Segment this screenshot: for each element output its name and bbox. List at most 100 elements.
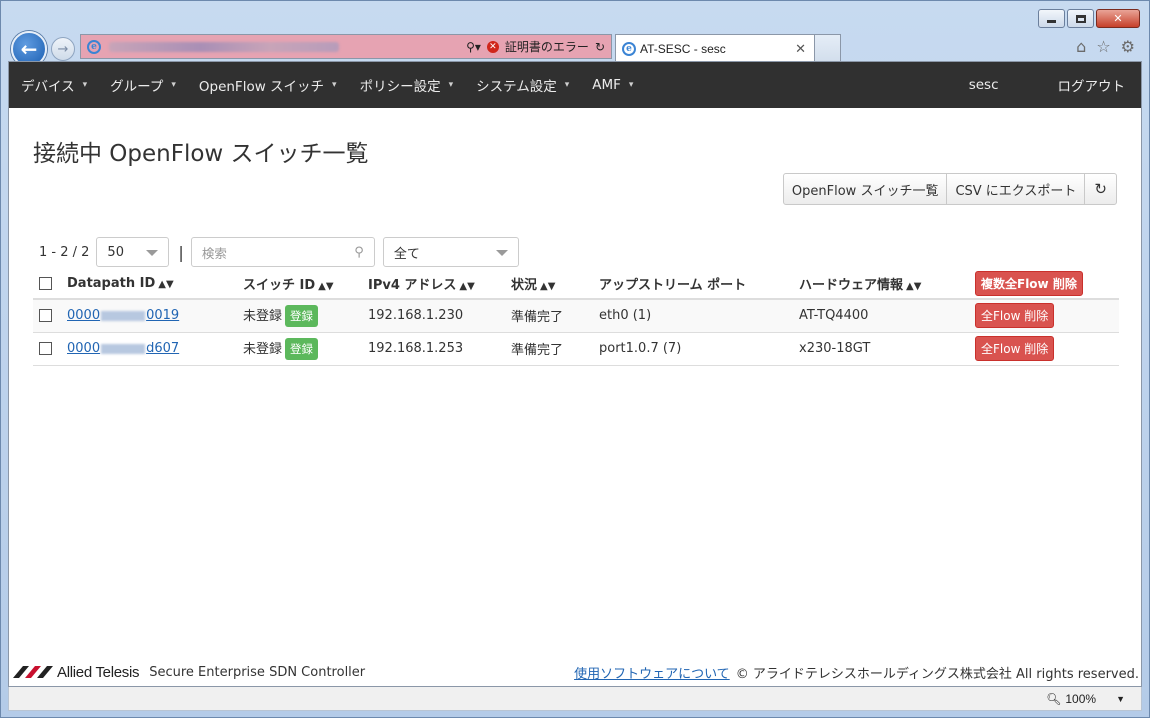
copyright-text: © アライドテレシスホールディングス株式会社 All rights reserv… bbox=[735, 666, 1139, 682]
search-icon[interactable]: ⚲▾ bbox=[466, 40, 481, 54]
per-page-value: 50 bbox=[107, 244, 124, 260]
upstream-port-cell: eth0 (1) bbox=[593, 299, 793, 333]
sort-icon: ▲▼ bbox=[540, 281, 556, 292]
address-actions: ⚲▾ ✕ 証明書のエラー ↻ bbox=[466, 38, 611, 55]
header-select-all bbox=[33, 269, 61, 300]
table-row: 0000 d607 未登録 登録 192.168.1.253 準備完了 port1.… bbox=[33, 332, 1119, 366]
favorites-star-icon[interactable]: ☆ bbox=[1096, 37, 1110, 56]
sort-icon: ▲▼ bbox=[158, 279, 174, 290]
ie-icon: e bbox=[87, 39, 101, 54]
switch-id-cell: 未登録 登録 bbox=[237, 332, 362, 366]
search-input[interactable]: 検索 ⚲ bbox=[190, 237, 375, 267]
switch-list-button[interactable]: OpenFlow スイッチ一覧 bbox=[784, 174, 948, 204]
register-button[interactable]: 登録 bbox=[285, 337, 319, 360]
filter-value: 全て bbox=[393, 246, 420, 262]
maximize-icon bbox=[1075, 14, 1086, 23]
header-label: アップストリーム ポート bbox=[599, 278, 747, 293]
minimize-icon bbox=[1047, 19, 1056, 23]
forward-button[interactable]: → bbox=[51, 37, 75, 61]
about-software-link[interactable]: 使用ソフトウェアについて bbox=[574, 663, 730, 682]
header-label: IPv4 アドレス bbox=[368, 278, 457, 293]
bulk-delete-button[interactable]: 複数全Flow 削除 bbox=[975, 271, 1083, 296]
nav-user[interactable]: sesc bbox=[936, 62, 1032, 108]
nav-label: デバイス bbox=[21, 79, 75, 95]
nav-policy[interactable]: ポリシー設定 ▾ bbox=[348, 62, 465, 108]
header-hardware[interactable]: ハードウェア情報 ▲▼ bbox=[793, 269, 969, 300]
select-all-checkbox[interactable] bbox=[39, 277, 52, 290]
chevron-down-icon: ▼ bbox=[1116, 693, 1125, 704]
delete-all-flow-button[interactable]: 全Flow 削除 bbox=[975, 303, 1055, 329]
datapath-id-cell: 0000 d607 bbox=[61, 332, 237, 366]
chevron-down-icon: ▾ bbox=[82, 80, 88, 90]
datapath-id-link[interactable]: 0000 0019 bbox=[67, 308, 179, 323]
zoom-control[interactable]: 🔍︎ 100% ▼ bbox=[1046, 692, 1125, 706]
page-footer: Allied Telesis Secure Enterprise SDN Con… bbox=[13, 660, 1139, 684]
delete-all-flow-button[interactable]: 全Flow 削除 bbox=[975, 336, 1055, 361]
minimize-button[interactable] bbox=[1038, 9, 1065, 28]
sort-icon: ▲▼ bbox=[906, 281, 922, 292]
dpid-suffix: d607 bbox=[146, 341, 180, 356]
allied-telesis-logo-icon bbox=[13, 665, 53, 679]
search-icon: ⚲ bbox=[354, 244, 364, 260]
tab-title: AT-SESC - sesc bbox=[640, 41, 726, 56]
window-controls: ✕ bbox=[1038, 9, 1140, 28]
address-bar[interactable]: e ⚲▾ ✕ 証明書のエラー ↻ bbox=[80, 34, 612, 59]
browser-tab[interactable]: e AT-SESC - sesc ✕ bbox=[615, 34, 815, 62]
cert-error-label[interactable]: 証明書のエラー bbox=[505, 38, 589, 55]
header-upstream-port: アップストリーム ポート bbox=[593, 269, 793, 300]
nav-label: OpenFlow スイッチ bbox=[198, 79, 325, 95]
header-bulk-delete: 複数全Flow 削除 bbox=[969, 269, 1119, 300]
arrow-right-icon: → bbox=[57, 41, 69, 57]
switch-id-value: 未登録 bbox=[243, 308, 283, 324]
brand-name: Allied Telesis bbox=[57, 663, 140, 681]
maximize-button[interactable] bbox=[1067, 9, 1094, 28]
new-tab-button[interactable] bbox=[815, 34, 841, 62]
register-button[interactable]: 登録 bbox=[285, 304, 319, 327]
header-label: ハードウェア情報 bbox=[799, 278, 904, 293]
browser-icons: ⌂ ☆ ⚙ bbox=[1076, 37, 1135, 56]
header-switch-id[interactable]: スイッチ ID ▲▼ bbox=[237, 269, 362, 300]
export-csv-button[interactable]: CSV にエクスポート bbox=[947, 174, 1086, 204]
header-datapath-id[interactable]: Datapath ID ▲▼ bbox=[61, 269, 237, 300]
nav-openflow-switch[interactable]: OpenFlow スイッチ ▾ bbox=[187, 62, 348, 108]
tab-close-icon[interactable]: ✕ bbox=[795, 41, 806, 57]
status-cell: 準備完了 bbox=[505, 332, 593, 366]
close-icon: ✕ bbox=[1113, 12, 1123, 25]
nav-system[interactable]: システム設定 ▾ bbox=[464, 62, 580, 108]
nav-devices[interactable]: デバイス ▾ bbox=[9, 62, 98, 108]
header-status[interactable]: 状況 ▲▼ bbox=[505, 269, 593, 300]
header-label: スイッチ ID bbox=[243, 278, 316, 293]
datapath-id-link[interactable]: 0000 d607 bbox=[67, 341, 179, 356]
chevron-down-icon: ▾ bbox=[171, 80, 176, 90]
close-window-button[interactable]: ✕ bbox=[1096, 9, 1140, 28]
nav-label: システム設定 bbox=[476, 79, 557, 95]
row-checkbox[interactable] bbox=[39, 342, 52, 355]
dropdown-arrow-icon bbox=[495, 250, 508, 256]
dpid-redacted bbox=[101, 343, 146, 354]
pager-text: 1 - 2 / 2 bbox=[39, 244, 90, 260]
table-row: 0000 0019 未登録 登録 192.168.1.230 準備完了 eth0 (… bbox=[33, 299, 1119, 333]
separator: | bbox=[178, 242, 184, 262]
dpid-prefix: 0000 bbox=[67, 341, 101, 356]
footer-right: 使用ソフトウェアについて © アライドテレシスホールディングス株式会社 All … bbox=[574, 663, 1139, 682]
nav-label: ポリシー設定 bbox=[359, 79, 441, 95]
datapath-id-cell: 0000 0019 bbox=[61, 299, 237, 333]
dropdown-arrow-icon bbox=[146, 250, 159, 256]
logout-link[interactable]: ログアウト bbox=[1032, 62, 1142, 108]
nav-groups[interactable]: グループ ▾ bbox=[98, 62, 187, 108]
browser-status-bar: 🔍︎ 100% ▼ bbox=[8, 687, 1142, 711]
page-title: 接続中 OpenFlow スイッチ一覧 bbox=[33, 141, 369, 167]
home-icon[interactable]: ⌂ bbox=[1076, 37, 1086, 56]
refresh-button[interactable]: ↻ bbox=[1085, 174, 1116, 204]
nav-label: グループ bbox=[110, 79, 164, 95]
per-page-select[interactable]: 50 bbox=[96, 237, 170, 267]
row-checkbox[interactable] bbox=[39, 309, 52, 323]
status-filter-select[interactable]: 全て bbox=[382, 237, 519, 267]
header-ipv4[interactable]: IPv4 アドレス ▲▼ bbox=[362, 269, 505, 300]
refresh-icon[interactable]: ↻ bbox=[595, 40, 605, 54]
switch-id-value: 未登録 bbox=[243, 341, 283, 357]
nav-amf[interactable]: AMF ▾ bbox=[580, 62, 644, 108]
action-button-group: OpenFlow スイッチ一覧 CSV にエクスポート ↻ bbox=[782, 173, 1117, 205]
gear-icon[interactable]: ⚙ bbox=[1121, 37, 1135, 56]
switch-id-cell: 未登録 登録 bbox=[237, 299, 362, 333]
